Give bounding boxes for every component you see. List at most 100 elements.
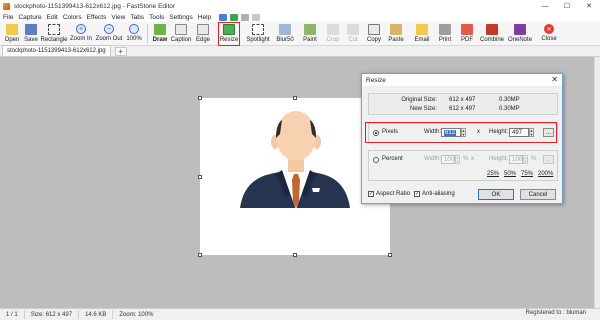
caption-button[interactable]: Caption	[169, 22, 193, 46]
resize-dialog: Resize ✕ Original Size: 612 x 497 0.30MP…	[361, 73, 563, 204]
spotlight-button[interactable]: Spotlight	[243, 22, 273, 46]
height-input[interactable]: 497	[509, 128, 529, 137]
percent-presets-button[interactable]: ...	[543, 155, 554, 164]
resize-handle-bl[interactable]	[198, 253, 202, 257]
resize-handle-b[interactable]	[293, 253, 297, 257]
x-separator: x	[477, 129, 480, 135]
image-icon[interactable]	[230, 13, 239, 21]
spotlight-label: Spotlight	[246, 37, 270, 43]
height-value: 497	[512, 129, 523, 136]
quick-icons	[219, 13, 263, 21]
menu-help[interactable]: Help	[198, 14, 211, 21]
crop-button[interactable]: Crop	[323, 22, 343, 46]
folder-icon	[6, 24, 18, 35]
zoom-100-button[interactable]: 100%	[124, 22, 144, 46]
pct-height-label: Height:	[489, 156, 509, 162]
menu-effects[interactable]: Effects	[87, 14, 107, 21]
main-toolbar: Open Save Rectangle + Zoom In − Zoom Out…	[0, 22, 600, 46]
pct-height-spinner[interactable]: ▲ ▼	[523, 155, 528, 164]
close-image-button[interactable]: ✕ Close	[537, 22, 561, 46]
pixels-radio[interactable]	[373, 130, 379, 136]
redo-icon[interactable]	[252, 13, 261, 21]
monitor-icon[interactable]	[219, 13, 228, 21]
draw-label: Draw	[152, 37, 168, 43]
antialiasing-checkbox[interactable]: ✓	[414, 191, 420, 197]
preset-25-link[interactable]: 25%	[487, 171, 499, 177]
zoom-out-icon: −	[104, 24, 114, 34]
onenote-label: OneNote	[507, 37, 532, 43]
save-button[interactable]: Save	[22, 22, 40, 46]
edge-label: Edge	[195, 37, 210, 43]
rectangle-button[interactable]: Rectangle	[40, 22, 68, 46]
pct-height-input[interactable]: 100	[509, 155, 523, 164]
width-input[interactable]: 612	[441, 128, 461, 137]
close-window-button[interactable]: ✕	[578, 0, 600, 12]
resize-handle-tl[interactable]	[198, 96, 202, 100]
pdf-button[interactable]: PDF	[456, 22, 478, 46]
edge-icon	[197, 24, 209, 35]
print-button[interactable]: Print	[434, 22, 456, 46]
cut-button[interactable]: Cut	[343, 22, 363, 46]
resize-handle-l[interactable]	[198, 175, 202, 179]
preset-200-link[interactable]: 200%	[538, 171, 553, 177]
add-tab-button[interactable]: +	[114, 47, 127, 56]
edge-button[interactable]: Edge	[193, 22, 213, 46]
save-label: Save	[24, 37, 38, 43]
toolbar-separator	[147, 24, 148, 44]
minimize-button[interactable]: —	[534, 0, 556, 12]
menu-edit[interactable]: Edit	[47, 14, 58, 21]
resize-handle-t[interactable]	[293, 96, 297, 100]
pixels-group: Pixels Width: 612 ▲ ▼ x Height: 497 ▲ ▼ ..…	[368, 123, 558, 143]
paint-button[interactable]: Paint	[297, 22, 323, 46]
onenote-button[interactable]: OneNote	[506, 22, 534, 46]
width-spinner[interactable]: ▲ ▼	[461, 128, 466, 137]
height-spinner[interactable]: ▲ ▼	[529, 128, 534, 137]
dialog-close-button[interactable]: ✕	[551, 75, 558, 84]
pdf-label: PDF	[461, 37, 473, 43]
resize-button[interactable]: Resize	[218, 22, 240, 46]
email-button[interactable]: Email	[410, 22, 434, 46]
vertical-scrollbar[interactable]	[594, 57, 600, 308]
email-label: Email	[414, 37, 430, 43]
undo-icon[interactable]	[241, 13, 250, 21]
pct-width-spinner[interactable]: ▲ ▼	[455, 155, 460, 164]
menu-view[interactable]: View	[111, 14, 125, 21]
zoom-in-button[interactable]: + Zoom In	[68, 22, 94, 46]
menu-capture[interactable]: Capture	[18, 14, 41, 21]
menu-tools[interactable]: Tools	[149, 14, 164, 21]
resize-handle-br[interactable]	[388, 253, 392, 257]
pct-width-sign: %	[463, 156, 469, 162]
ok-button[interactable]: OK	[478, 189, 514, 200]
caption-label: Caption	[170, 37, 192, 43]
open-button[interactable]: Open	[2, 22, 22, 46]
cancel-button[interactable]: Cancel	[520, 189, 556, 200]
combine-button[interactable]: Combine	[478, 22, 506, 46]
original-mp-value: 0.30MP	[499, 97, 520, 103]
percent-label: Percent	[382, 156, 403, 162]
pct-width-input[interactable]: 100	[441, 155, 455, 164]
pixels-presets-button[interactable]: ...	[543, 128, 554, 137]
menu-bar: File Capture Edit Colors Effects View Ta…	[0, 12, 600, 22]
blur-button[interactable]: Blur50	[273, 22, 297, 46]
preset-50-link[interactable]: 50%	[504, 171, 516, 177]
tab-strip: stockphoto-1151399413-612x612.jpg +	[0, 45, 600, 57]
paint-brush-icon	[304, 24, 316, 35]
copy-button[interactable]: Copy	[363, 22, 385, 46]
status-registered: Registered to : bluman	[525, 310, 586, 316]
tab-image[interactable]: stockphoto-1151399413-612x612.jpg	[2, 45, 111, 56]
percent-radio[interactable]	[373, 157, 379, 163]
percent-group: Percent Width: 100 ▲ ▼ % x Height: 100 ▲ ▼…	[368, 150, 558, 181]
preset-75-link[interactable]: 75%	[521, 171, 533, 177]
menu-colors[interactable]: Colors	[63, 14, 82, 21]
copy-label: Copy	[366, 37, 381, 43]
maximize-button[interactable]: ☐	[556, 0, 578, 12]
paste-button[interactable]: Paste	[385, 22, 407, 46]
title-bar: stockphoto-1151399413-612x612.jpg - Fast…	[0, 0, 600, 12]
draw-button[interactable]: Draw	[151, 22, 169, 46]
zoom-out-button[interactable]: − Zoom Out	[94, 22, 124, 46]
menu-tabs[interactable]: Tabs	[130, 14, 144, 21]
menu-file[interactable]: File	[3, 14, 13, 21]
spotlight-icon	[252, 24, 264, 35]
menu-settings[interactable]: Settings	[169, 14, 193, 21]
aspect-ratio-checkbox[interactable]: ✓	[368, 191, 374, 197]
